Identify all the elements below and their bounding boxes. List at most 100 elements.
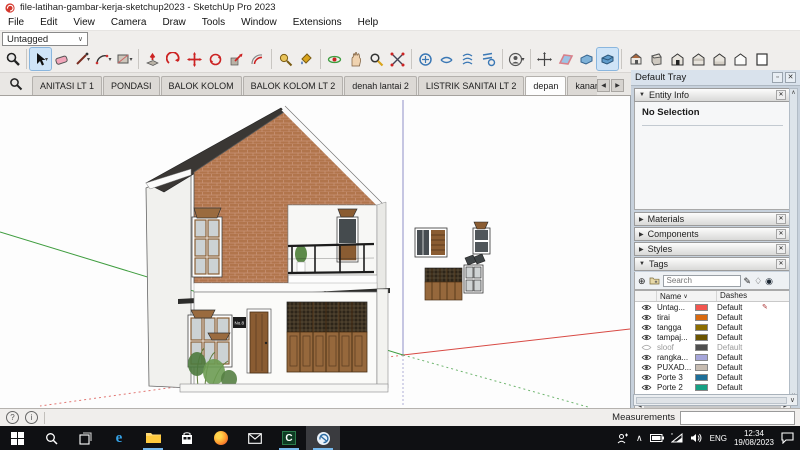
tag-color-swatch[interactable] bbox=[695, 363, 708, 371]
menu-view[interactable]: View bbox=[65, 17, 103, 28]
top-view-icon[interactable] bbox=[646, 48, 667, 70]
panel-styles[interactable]: ▶ Styles ✕ bbox=[634, 242, 791, 256]
scroll-up-icon[interactable]: ∧ bbox=[791, 89, 795, 96]
tag-name[interactable]: Porte 3 bbox=[657, 373, 695, 382]
show-hidden-icons[interactable]: ∧ bbox=[636, 433, 643, 444]
display-section-planes-icon[interactable] bbox=[576, 48, 597, 70]
tag-color-swatch[interactable] bbox=[695, 303, 708, 311]
tape-measure-tool-icon[interactable] bbox=[275, 48, 296, 70]
menu-help[interactable]: Help bbox=[350, 17, 387, 28]
tag-dashes[interactable]: Default bbox=[717, 373, 762, 382]
tag-dashes[interactable]: Default bbox=[717, 363, 762, 372]
zoom-window-tool-icon[interactable] bbox=[2, 48, 23, 70]
front-view-icon[interactable] bbox=[667, 48, 688, 70]
look-around-tool-icon[interactable] bbox=[436, 48, 457, 70]
tag-row[interactable]: tampaj... Default bbox=[635, 332, 790, 342]
pan-tool-icon[interactable] bbox=[345, 48, 366, 70]
panel-entity-info[interactable]: ▼ Entity Info ✕ bbox=[634, 88, 791, 102]
caret-down-icon[interactable]: ∨ bbox=[790, 396, 795, 404]
push-pull-tool-icon[interactable] bbox=[142, 48, 163, 70]
tag-color-swatch[interactable] bbox=[695, 383, 708, 391]
visibility-eye-icon[interactable] bbox=[635, 354, 657, 361]
c-app-icon[interactable]: C bbox=[272, 426, 306, 450]
people-icon[interactable] bbox=[617, 433, 629, 444]
arc-caret-icon[interactable]: ▾ bbox=[108, 56, 111, 63]
tag-name[interactable]: PUXAD... bbox=[657, 363, 695, 372]
visibility-eye-icon[interactable] bbox=[635, 304, 657, 311]
tag-color-swatch[interactable] bbox=[695, 333, 708, 341]
action-center-icon[interactable] bbox=[781, 432, 794, 444]
file-explorer-icon[interactable] bbox=[136, 426, 170, 450]
follow-me-tool-icon[interactable] bbox=[163, 48, 184, 70]
zoom-icon[interactable] bbox=[0, 73, 32, 95]
tag-row[interactable]: sloof Default bbox=[635, 342, 790, 352]
line-tool-icon[interactable]: ▾ bbox=[72, 48, 93, 70]
walk-tool-icon[interactable] bbox=[457, 48, 478, 70]
battery-icon[interactable] bbox=[649, 434, 664, 442]
tag-row[interactable]: Untag... Default ✎ bbox=[635, 302, 790, 312]
scene-tab[interactable]: BALOK KOLOM bbox=[160, 76, 242, 95]
task-view-icon[interactable] bbox=[68, 426, 102, 450]
orbit-tool-icon[interactable] bbox=[324, 48, 345, 70]
tab-scroll-right-icon[interactable]: ▶ bbox=[611, 79, 624, 92]
tag-name[interactable]: rangka... bbox=[657, 353, 695, 362]
scene-tab[interactable]: kanan bbox=[567, 76, 597, 95]
shapes-caret-icon[interactable]: ▾ bbox=[129, 56, 132, 63]
menu-edit[interactable]: Edit bbox=[32, 17, 65, 28]
zoom-extents-tool-icon[interactable] bbox=[387, 48, 408, 70]
line-caret-icon[interactable]: ▾ bbox=[87, 56, 90, 63]
visibility-eye-icon[interactable] bbox=[635, 384, 657, 391]
visibility-eye-icon[interactable] bbox=[635, 314, 657, 321]
taskbar-clock[interactable]: 12:34 19/08/2023 bbox=[734, 429, 774, 447]
tag-label-icon[interactable]: ♢ bbox=[754, 276, 762, 286]
scene-tab[interactable]: denah lantai 2 bbox=[344, 76, 417, 95]
panel-close-icon[interactable]: ✕ bbox=[776, 90, 786, 100]
tag-dashes[interactable]: Default bbox=[717, 333, 762, 342]
tag-row[interactable]: rangka... Default bbox=[635, 352, 790, 362]
tag-row[interactable]: PUXAD... Default bbox=[635, 362, 790, 372]
name-column-header[interactable]: Name ∨ bbox=[657, 291, 717, 301]
scene-tab[interactable]: PONDASI bbox=[103, 76, 160, 95]
eraser-tool-icon[interactable] bbox=[51, 48, 72, 70]
offset-tool-icon[interactable] bbox=[247, 48, 268, 70]
tag-dashes[interactable]: Default bbox=[717, 343, 762, 352]
sketchup-taskbar-icon[interactable] bbox=[306, 426, 340, 450]
section-plane-tool-icon[interactable] bbox=[555, 48, 576, 70]
avatar-caret-icon[interactable]: ▾ bbox=[521, 56, 524, 63]
menu-camera[interactable]: Camera bbox=[103, 17, 155, 28]
shapes-tool-icon[interactable]: ▾ bbox=[114, 48, 135, 70]
tag-color-swatch[interactable] bbox=[695, 353, 708, 361]
credits-icon[interactable]: i bbox=[25, 411, 38, 424]
menu-extensions[interactable]: Extensions bbox=[285, 17, 350, 28]
geolocation-icon[interactable]: ? bbox=[6, 411, 19, 424]
scene-tab[interactable]: LISTRIK SANITAI LT 2 bbox=[417, 76, 525, 95]
firefox-icon[interactable] bbox=[204, 426, 238, 450]
visibility-eye-icon[interactable] bbox=[635, 324, 657, 331]
tray-close-icon[interactable]: ✕ bbox=[785, 72, 796, 83]
menu-window[interactable]: Window bbox=[233, 17, 285, 28]
zoom-tool-icon[interactable] bbox=[366, 48, 387, 70]
language-indicator[interactable]: ENG bbox=[710, 434, 727, 443]
visibility-eye-icon[interactable] bbox=[635, 334, 657, 341]
menu-tools[interactable]: Tools bbox=[194, 17, 233, 28]
back-view-icon[interactable] bbox=[709, 48, 730, 70]
panel-close-icon[interactable]: ✕ bbox=[776, 214, 786, 224]
start-button-icon[interactable] bbox=[0, 426, 34, 450]
tray-vertical-scrollbar[interactable]: ∧ ∨ bbox=[789, 88, 798, 400]
arc-tool-icon[interactable]: ▾ bbox=[93, 48, 114, 70]
tag-dashes[interactable]: Default bbox=[717, 313, 762, 322]
taskbar-search-icon[interactable] bbox=[34, 426, 68, 450]
add-tag-folder-icon[interactable] bbox=[649, 276, 660, 285]
tag-row[interactable]: tangga Default bbox=[635, 322, 790, 332]
pencil-icon[interactable]: ✎ bbox=[744, 276, 752, 286]
tag-name[interactable]: tampaj... bbox=[657, 333, 695, 342]
section-tools-icon[interactable] bbox=[478, 48, 499, 70]
filter-icon[interactable]: ◉ bbox=[765, 276, 773, 286]
user-avatar-icon[interactable]: ▾ bbox=[506, 48, 527, 70]
tray-pin-icon[interactable]: ▫ bbox=[772, 72, 783, 83]
scale-tool-icon[interactable] bbox=[226, 48, 247, 70]
tag-color-swatch[interactable] bbox=[695, 313, 708, 321]
panel-close-icon[interactable]: ✕ bbox=[776, 259, 786, 269]
dashes-column-header[interactable]: Dashes bbox=[717, 291, 772, 301]
axes-tool-icon[interactable] bbox=[534, 48, 555, 70]
